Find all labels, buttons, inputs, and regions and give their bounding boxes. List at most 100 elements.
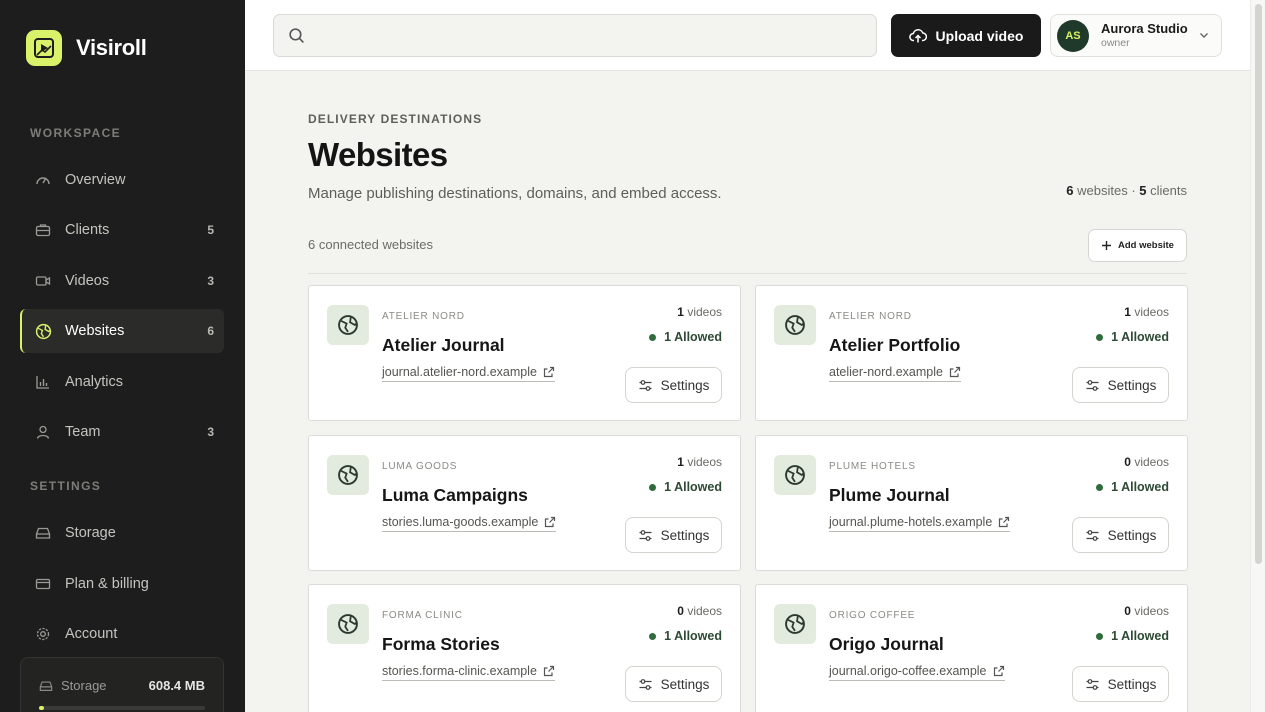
search-box[interactable] xyxy=(273,14,877,57)
website-card[interactable]: LUMA GOODS Luma Campaigns stories.luma-g… xyxy=(308,435,741,571)
website-card[interactable]: ATELIER NORD Atelier Portfolio atelier-n… xyxy=(755,285,1188,421)
add-website-button[interactable]: Add website xyxy=(1088,229,1187,262)
sidebar-item-clients[interactable]: Clients 5 xyxy=(20,208,224,252)
sidebar-item-label: Plan & billing xyxy=(65,576,149,592)
card-domain-text: atelier-nord.example xyxy=(829,365,943,379)
summary-counts: 6 websites · 5 clients xyxy=(1066,183,1187,198)
card-domain-link[interactable]: stories.luma-goods.example xyxy=(382,515,557,532)
page-eyebrow: DELIVERY DESTINATIONS xyxy=(308,112,483,126)
card-client-name: LUMA GOODS xyxy=(382,461,458,472)
card-video-number: 0 xyxy=(1124,604,1131,618)
globe-icon xyxy=(774,305,816,345)
upload-video-button[interactable]: Upload video xyxy=(891,14,1041,57)
card-allowed-text: 1 Allowed xyxy=(664,330,722,344)
sliders-icon xyxy=(638,528,653,543)
website-card[interactable]: PLUME HOTELS Plume Journal journal.plume… xyxy=(755,435,1188,571)
card-domain-link[interactable]: atelier-nord.example xyxy=(829,365,961,382)
card-settings-button[interactable]: Settings xyxy=(625,517,722,553)
sliders-icon xyxy=(1085,677,1100,692)
website-card[interactable]: ATELIER NORD Atelier Journal journal.ate… xyxy=(308,285,741,421)
sidebar-item-plan-billing[interactable]: Plan & billing xyxy=(20,562,224,606)
sidebar-item-analytics[interactable]: Analytics xyxy=(20,360,224,404)
sidebar-item-label: Clients xyxy=(65,222,110,238)
settings-label: Settings xyxy=(660,377,710,393)
card-website-title: Atelier Journal xyxy=(382,335,505,355)
card-domain-link[interactable]: stories.forma-clinic.example xyxy=(382,664,555,681)
settings-section-label: SETTINGS xyxy=(30,479,102,493)
settings-label: Settings xyxy=(1107,676,1157,692)
external-link-icon xyxy=(949,366,961,378)
brand-name: Visiroll xyxy=(76,35,147,60)
video-camera-icon xyxy=(34,272,52,290)
clients-count: 5 xyxy=(1139,183,1147,198)
card-client-name: ORIGO COFFEE xyxy=(829,610,916,621)
search-input[interactable] xyxy=(315,27,855,44)
brand[interactable]: Visiroll xyxy=(26,30,147,66)
card-domain-link[interactable]: journal.plume-hotels.example xyxy=(829,515,1011,532)
website-card[interactable]: ORIGO COFFEE Origo Journal journal.origo… xyxy=(755,584,1188,712)
card-allowed-status: 1 Allowed xyxy=(1096,629,1169,643)
account-menu[interactable]: AS Aurora Studio owner xyxy=(1050,14,1222,57)
card-website-title: Origo Journal xyxy=(829,634,944,654)
external-link-icon xyxy=(543,366,555,378)
section-divider xyxy=(308,273,1187,274)
external-link-icon xyxy=(993,665,1005,677)
status-dot xyxy=(649,483,657,491)
card-video-count: 0 videos xyxy=(677,604,722,618)
card-website-title: Atelier Portfolio xyxy=(829,335,961,355)
sidebar-item-account[interactable]: Account xyxy=(20,612,224,656)
card-video-number: 0 xyxy=(1124,455,1131,469)
card-allowed-status: 1 Allowed xyxy=(649,330,722,344)
website-card[interactable]: FORMA CLINIC Forma Stories stories.forma… xyxy=(308,584,741,712)
sidebar-item-label: Videos xyxy=(65,273,110,289)
storage-label: Storage xyxy=(61,678,107,693)
card-client-name: ATELIER NORD xyxy=(829,311,912,322)
sidebar-item-team[interactable]: Team 3 xyxy=(20,410,224,454)
page-scrollbar[interactable] xyxy=(1250,0,1265,712)
scrollbar-thumb[interactable] xyxy=(1255,4,1262,564)
card-allowed-text: 1 Allowed xyxy=(664,480,722,494)
card-video-count: 1 videos xyxy=(1124,305,1169,319)
external-link-icon xyxy=(998,516,1010,528)
card-domain-text: journal.origo-coffee.example xyxy=(829,664,987,678)
card-domain-link[interactable]: journal.origo-coffee.example xyxy=(829,664,1005,681)
sidebar-item-overview[interactable]: Overview xyxy=(20,158,224,202)
card-video-number: 1 xyxy=(677,455,684,469)
status-dot xyxy=(649,632,657,640)
page-title: Websites xyxy=(308,136,448,173)
card-video-word: videos xyxy=(687,604,722,618)
globe-icon xyxy=(327,604,369,644)
sidebar-item-label: Websites xyxy=(65,323,125,339)
sidebar-item-storage[interactable]: Storage xyxy=(20,511,224,555)
globe-icon xyxy=(774,455,816,495)
card-settings-button[interactable]: Settings xyxy=(1072,367,1169,403)
sidebar-item-videos[interactable]: Videos 3 xyxy=(20,259,224,303)
status-dot xyxy=(649,333,657,341)
drive-icon xyxy=(34,524,52,542)
card-video-word: videos xyxy=(1134,455,1169,469)
card-allowed-text: 1 Allowed xyxy=(664,629,722,643)
card-allowed-text: 1 Allowed xyxy=(1111,629,1169,643)
card-settings-button[interactable]: Settings xyxy=(1072,666,1169,702)
card-domain-text: journal.plume-hotels.example xyxy=(829,515,993,529)
card-domain-link[interactable]: journal.atelier-nord.example xyxy=(382,365,555,382)
card-allowed-status: 1 Allowed xyxy=(1096,330,1169,344)
card-domain-text: stories.forma-clinic.example xyxy=(382,664,537,678)
summary-separator: · xyxy=(1131,183,1136,198)
card-client-name: FORMA CLINIC xyxy=(382,610,463,621)
sidebar-item-label: Overview xyxy=(65,172,126,188)
bar-chart-icon xyxy=(34,373,52,391)
gear-icon xyxy=(34,625,52,643)
settings-label: Settings xyxy=(1107,527,1157,543)
card-settings-button[interactable]: Settings xyxy=(625,666,722,702)
settings-label: Settings xyxy=(1107,377,1157,393)
sidebar-item-label: Account xyxy=(65,626,118,642)
card-settings-button[interactable]: Settings xyxy=(625,367,722,403)
card-settings-button[interactable]: Settings xyxy=(1072,517,1169,553)
sidebar-item-websites[interactable]: Websites 6 xyxy=(20,309,224,353)
sidebar-item-count: 6 xyxy=(207,324,214,338)
cloud-upload-icon xyxy=(908,28,927,44)
card-video-count: 0 videos xyxy=(1124,455,1169,469)
sliders-icon xyxy=(638,677,653,692)
card-allowed-status: 1 Allowed xyxy=(649,480,722,494)
